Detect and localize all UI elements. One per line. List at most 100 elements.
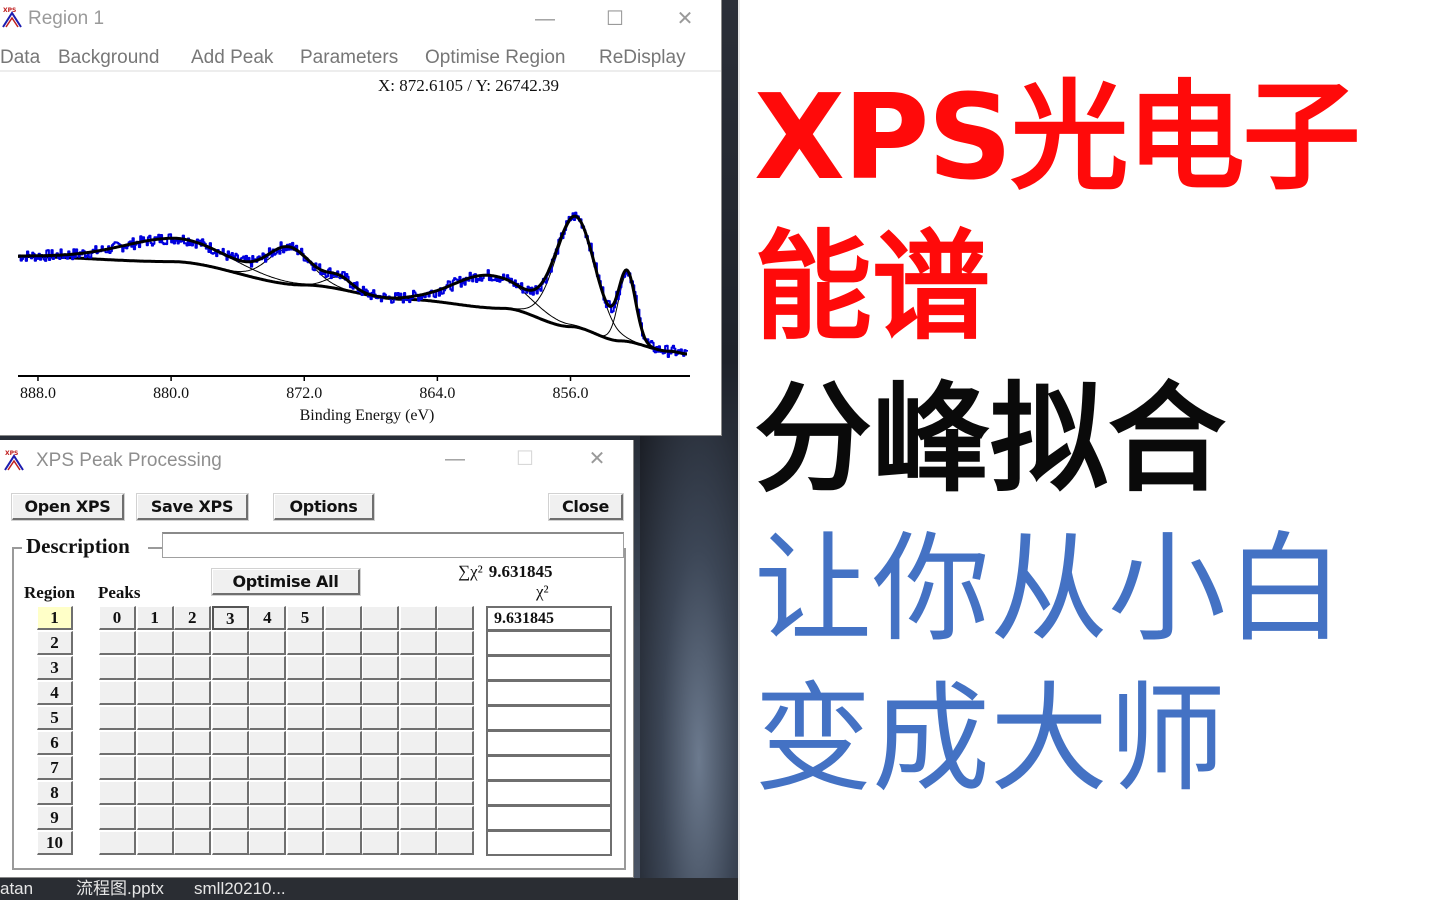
peak-cell-empty[interactable] (362, 756, 400, 780)
region-button-9[interactable]: 9 (37, 806, 73, 830)
peak-cell-empty[interactable] (399, 656, 437, 680)
peak-cell-empty[interactable] (399, 731, 437, 755)
peak-cell-empty[interactable] (136, 731, 174, 755)
menu-redisplay[interactable]: ReDisplay (599, 47, 686, 69)
peak-cell-empty[interactable] (174, 706, 212, 730)
region-button-2[interactable]: 2 (37, 631, 73, 655)
peak-cell-empty[interactable] (211, 806, 249, 830)
peak-cell-empty[interactable] (437, 731, 475, 755)
peak-cell-empty[interactable] (399, 706, 437, 730)
menu-background[interactable]: Background (58, 47, 159, 69)
peak-cell-empty[interactable] (437, 656, 475, 680)
taskbar-item[interactable]: smll20210... (194, 878, 286, 900)
peak-button[interactable] (437, 606, 475, 630)
peak-button[interactable]: 0 (99, 606, 136, 630)
peak-cell-empty[interactable] (324, 631, 362, 655)
peak-cell-empty[interactable] (99, 706, 136, 730)
peak-button[interactable] (362, 606, 400, 630)
peak-cell-empty[interactable] (437, 806, 475, 830)
peak-cell-empty[interactable] (362, 706, 400, 730)
peak-cell-empty[interactable] (399, 681, 437, 705)
region-button-1[interactable]: 1 (37, 606, 73, 630)
peak-cell-empty[interactable] (287, 656, 324, 680)
peak-cell-empty[interactable] (174, 806, 212, 830)
taskbar-item[interactable]: atan (0, 878, 33, 900)
peak-cell-empty[interactable] (437, 756, 475, 780)
optimise-all-button[interactable]: Optimise All (212, 569, 360, 595)
peak-cell-empty[interactable] (211, 756, 249, 780)
peak-cell-empty[interactable] (136, 656, 174, 680)
peak-cell-empty[interactable] (362, 681, 400, 705)
peak-cell-empty[interactable] (249, 681, 287, 705)
peak-cell-empty[interactable] (437, 831, 475, 855)
peak-cell-empty[interactable] (99, 806, 136, 830)
region-button-4[interactable]: 4 (37, 681, 73, 705)
peak-cell-empty[interactable] (249, 631, 287, 655)
peak-cell-empty[interactable] (324, 681, 362, 705)
peak-cell-empty[interactable] (287, 681, 324, 705)
peak-cell-empty[interactable] (174, 781, 212, 805)
peak-cell-empty[interactable] (174, 656, 212, 680)
peak-cell-empty[interactable] (174, 831, 212, 855)
region-button-7[interactable]: 7 (37, 756, 73, 780)
peak-cell-empty[interactable] (324, 706, 362, 730)
peak-cell-empty[interactable] (249, 731, 287, 755)
maximize-button[interactable]: ☐ (600, 6, 630, 32)
peak-cell-empty[interactable] (174, 756, 212, 780)
peak-cell-empty[interactable] (249, 756, 287, 780)
peak-cell-empty[interactable] (324, 781, 362, 805)
menu-parameters[interactable]: Parameters (300, 47, 398, 69)
peak-cell-empty[interactable] (287, 706, 324, 730)
peak-cell-empty[interactable] (211, 656, 249, 680)
peak-cell-empty[interactable] (437, 681, 475, 705)
peak-cell-empty[interactable] (249, 831, 287, 855)
peak-cell-empty[interactable] (324, 831, 362, 855)
peak-cell-empty[interactable] (174, 681, 212, 705)
peak-cell-empty[interactable] (211, 781, 249, 805)
peak-cell-empty[interactable] (399, 631, 437, 655)
peak-cell-empty[interactable] (287, 631, 324, 655)
peak-cell-empty[interactable] (399, 831, 437, 855)
peak-cell-empty[interactable] (99, 756, 136, 780)
description-input[interactable] (162, 532, 624, 558)
peak-button[interactable]: 3 (211, 606, 249, 630)
close-button[interactable]: ✕ (582, 446, 612, 472)
peak-button[interactable] (399, 606, 437, 630)
menu-optimise-region[interactable]: Optimise Region (425, 47, 565, 69)
peak-cell-empty[interactable] (99, 831, 136, 855)
peak-cell-empty[interactable] (99, 781, 136, 805)
peak-cell-empty[interactable] (174, 631, 212, 655)
peak-cell-empty[interactable] (211, 831, 249, 855)
peak-button[interactable] (324, 606, 362, 630)
peak-cell-empty[interactable] (136, 681, 174, 705)
peak-cell-empty[interactable] (287, 831, 324, 855)
peak-cell-empty[interactable] (99, 731, 136, 755)
peak-cell-empty[interactable] (99, 631, 136, 655)
menu-add-peak[interactable]: Add Peak (191, 47, 273, 69)
peak-cell-empty[interactable] (249, 781, 287, 805)
peak-cell-empty[interactable] (136, 631, 174, 655)
menu-data[interactable]: Data (0, 47, 40, 69)
open-xps-button[interactable]: Open XPS (12, 494, 124, 520)
peak-cell-empty[interactable] (99, 656, 136, 680)
peak-cell-empty[interactable] (437, 706, 475, 730)
region-button-6[interactable]: 6 (37, 731, 73, 755)
peak-cell-empty[interactable] (136, 706, 174, 730)
peak-cell-empty[interactable] (437, 631, 475, 655)
peak-cell-empty[interactable] (362, 781, 400, 805)
peak-cell-empty[interactable] (136, 756, 174, 780)
peak-cell-empty[interactable] (362, 831, 400, 855)
minimize-button[interactable]: — (530, 6, 560, 32)
peak-cell-empty[interactable] (437, 781, 475, 805)
close-window-button[interactable]: Close (549, 494, 623, 520)
peak-cell-empty[interactable] (136, 806, 174, 830)
peak-cell-empty[interactable] (362, 806, 400, 830)
peak-cell-empty[interactable] (287, 806, 324, 830)
close-button[interactable]: ✕ (670, 6, 700, 32)
peak-cell-empty[interactable] (399, 781, 437, 805)
peak-cell-empty[interactable] (249, 706, 287, 730)
peak-cell-empty[interactable] (211, 631, 249, 655)
peak-button[interactable]: 4 (249, 606, 287, 630)
region-button-5[interactable]: 5 (37, 706, 73, 730)
region-titlebar[interactable]: XPS Region 1 — ☐ ✕ (0, 0, 721, 38)
